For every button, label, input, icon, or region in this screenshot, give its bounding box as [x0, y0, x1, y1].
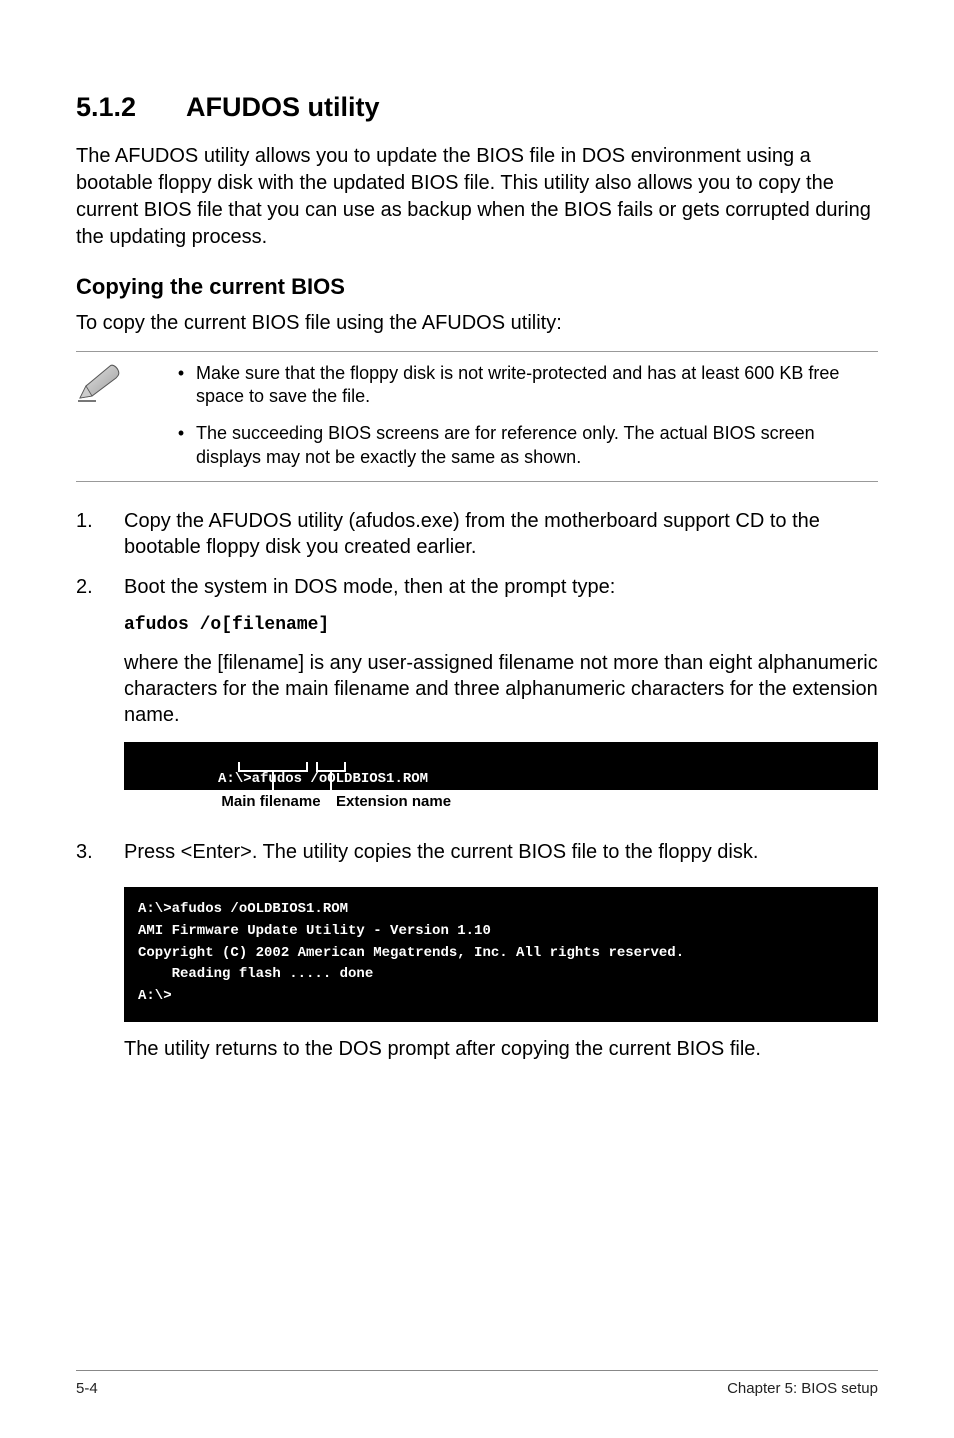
- sub-intro: To copy the current BIOS file using the …: [76, 310, 878, 337]
- terminal-labels: Main filename Extension name: [124, 792, 878, 812]
- section-title: AFUDOS utility: [186, 92, 380, 122]
- note-text: Make sure that the floppy disk is not wr…: [196, 362, 878, 409]
- note-bullet: • The succeeding BIOS screens are for re…: [166, 422, 878, 469]
- bracket-main-icon: [238, 762, 308, 772]
- step-item: 1. Copy the AFUDOS utility (afudos.exe) …: [76, 508, 878, 560]
- step-body: Boot the system in DOS mode, then at the…: [124, 574, 878, 825]
- step-text: Copy the AFUDOS utility (afudos.exe) fro…: [124, 508, 878, 560]
- step-text: Boot the system in DOS mode, then at the…: [124, 574, 878, 600]
- note-text: The succeeding BIOS screens are for refe…: [196, 422, 878, 469]
- subheading: Copying the current BIOS: [76, 273, 878, 302]
- step-number: 2.: [76, 574, 124, 825]
- terminal-block-1: A:\>afudos /oOLDBIOS1.ROM Main filename …: [124, 742, 878, 812]
- step-number: 1.: [76, 508, 124, 560]
- bracket-ext-icon: [316, 762, 346, 772]
- note-bullets: • Make sure that the floppy disk is not …: [166, 362, 878, 472]
- bullet-dot: •: [166, 362, 196, 409]
- code-command: afudos /o[filename]: [124, 614, 878, 637]
- note-icon-cell: [76, 362, 166, 472]
- page-number: 5-4: [76, 1379, 98, 1399]
- note-callout: • Make sure that the floppy disk is not …: [76, 351, 878, 483]
- terminal-output: A:\>afudos /oOLDBIOS1.ROM: [124, 742, 878, 790]
- terminal-line: A:\>afudos /oOLDBIOS1.ROM: [218, 771, 428, 787]
- label-main-filename: Main filename: [206, 792, 336, 812]
- intro-paragraph: The AFUDOS utility allows you to update …: [76, 143, 878, 251]
- terminal-output: A:\>afudos /oOLDBIOS1.ROM AMI Firmware U…: [124, 887, 878, 1021]
- step-note: where the [filename] is any user-assigne…: [124, 650, 878, 728]
- note-bullet: • Make sure that the floppy disk is not …: [166, 362, 878, 409]
- step-number: 3.: [76, 839, 124, 1075]
- section-heading: 5.1.2AFUDOS utility: [76, 90, 878, 125]
- step-body: Press <Enter>. The utility copies the cu…: [124, 839, 878, 1075]
- step-item: 2. Boot the system in DOS mode, then at …: [76, 574, 878, 825]
- after-terminal-text: The utility returns to the DOS prompt af…: [124, 1036, 878, 1062]
- steps-list: 1. Copy the AFUDOS utility (afudos.exe) …: [76, 508, 878, 1075]
- bullet-dot: •: [166, 422, 196, 469]
- pencil-icon: [76, 364, 122, 404]
- label-extension-name: Extension name: [336, 792, 486, 812]
- terminal-block-2: A:\>afudos /oOLDBIOS1.ROM AMI Firmware U…: [124, 887, 878, 1021]
- pointer-line-icon: [330, 772, 332, 790]
- chapter-label: Chapter 5: BIOS setup: [727, 1379, 878, 1399]
- step-text: Press <Enter>. The utility copies the cu…: [124, 839, 878, 865]
- pointer-line-icon: [272, 772, 274, 790]
- page-footer: 5-4 Chapter 5: BIOS setup: [76, 1370, 878, 1399]
- section-number: 5.1.2: [76, 90, 186, 125]
